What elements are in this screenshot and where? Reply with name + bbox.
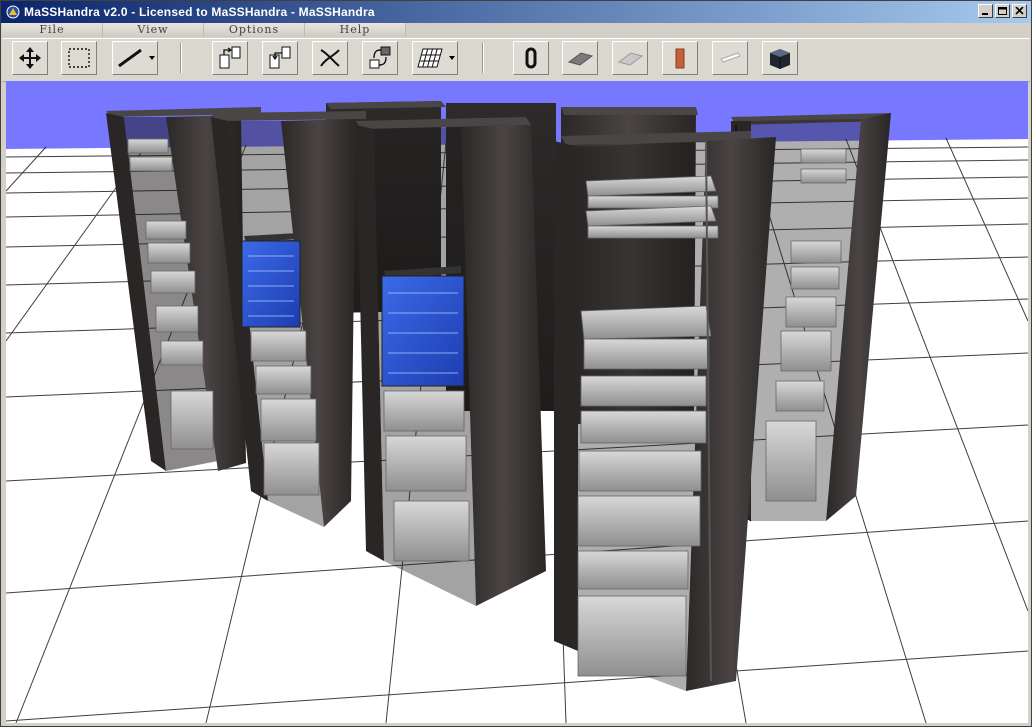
minimize-icon [982, 13, 988, 15]
rack-export-right-icon [269, 46, 291, 69]
menu-bar: File View Options Help [2, 23, 1030, 37]
select-tool-button[interactable] [61, 41, 97, 75]
blade-screen [241, 240, 301, 328]
swap-tool-button[interactable] [362, 41, 398, 75]
white-panel-icon [720, 52, 741, 63]
menu-file[interactable]: File [2, 23, 103, 37]
cable-ring-tool-button[interactable] [513, 41, 549, 75]
grid-floor-icon [417, 48, 443, 68]
delete-link-tool-button[interactable] [312, 41, 348, 75]
title-bar[interactable]: MaSSHandra v2.0 - Licensed to MaSSHandra… [1, 1, 1031, 23]
toolbar [2, 38, 1030, 82]
datacenter-scene [6, 81, 1028, 723]
3d-viewport[interactable] [6, 81, 1028, 723]
app-icon [6, 5, 20, 19]
maximize-icon [998, 7, 1007, 15]
chevron-down-icon [449, 56, 455, 60]
light-tile-tool-button[interactable] [612, 41, 648, 75]
cut-link-icon [320, 49, 340, 67]
rack-cube-icon [770, 49, 790, 69]
menu-options[interactable]: Options [204, 23, 305, 37]
move-arrows-icon [19, 47, 41, 69]
door-tool-button[interactable] [662, 41, 698, 75]
dark-floor-tile-icon [567, 52, 594, 66]
selection-rectangle-icon [68, 48, 90, 68]
menu-help[interactable]: Help [305, 23, 406, 37]
rack-export-left-icon [219, 46, 241, 69]
minimize-button[interactable] [978, 4, 993, 18]
window-title: MaSSHandra v2.0 - Licensed to MaSSHandra… [24, 5, 375, 19]
rack-center[interactable] [356, 117, 546, 606]
app-window: MaSSHandra v2.0 - Licensed to MaSSHandra… [0, 0, 1032, 727]
export-right-tool-button[interactable] [262, 41, 298, 75]
cable-tool-button[interactable] [112, 41, 158, 75]
move-tool-button[interactable] [12, 41, 48, 75]
dark-tile-tool-button[interactable] [562, 41, 598, 75]
cable-ring-icon [525, 47, 537, 69]
door-panel-icon [675, 48, 685, 69]
light-floor-tile-icon [617, 52, 644, 66]
cable-line-icon [118, 48, 142, 68]
chevron-down-icon [149, 56, 155, 60]
maximize-button[interactable] [995, 4, 1010, 18]
toolbar-separator [482, 43, 484, 73]
white-panel-tool-button[interactable] [712, 41, 748, 75]
menu-view[interactable]: View [103, 23, 204, 37]
swap-devices-icon [369, 46, 391, 69]
rack-cube-tool-button[interactable] [762, 41, 798, 75]
toolbar-separator [180, 43, 182, 73]
close-icon [1015, 7, 1024, 15]
grid-tool-button[interactable] [412, 41, 458, 75]
close-button[interactable] [1012, 4, 1027, 18]
export-left-tool-button[interactable] [212, 41, 248, 75]
